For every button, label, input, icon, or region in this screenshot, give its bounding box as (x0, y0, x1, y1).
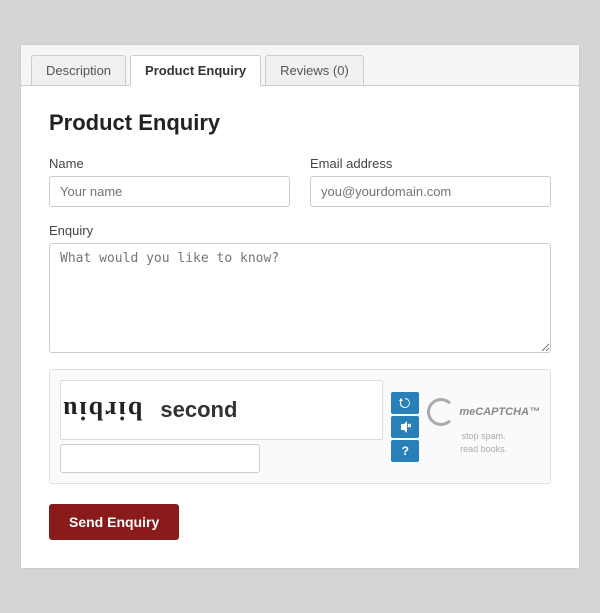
form-title: Product Enquiry (49, 110, 551, 136)
captcha-left: birbiu second (60, 380, 383, 473)
captcha-section: birbiu second (49, 369, 551, 484)
name-label: Name (49, 156, 290, 171)
audio-icon (399, 421, 411, 433)
send-enquiry-button[interactable]: Send Enquiry (49, 504, 179, 540)
refresh-icon (399, 397, 411, 409)
captcha-logo-top: meCAPTCHA™ (427, 398, 540, 426)
captcha-text-flipped: birbiu (61, 395, 152, 425)
help-icon: ? (402, 444, 409, 458)
captcha-c-icon (427, 398, 455, 426)
name-input[interactable] (49, 176, 290, 207)
email-input[interactable] (310, 176, 551, 207)
enquiry-group: Enquiry (49, 223, 551, 353)
tab-description[interactable]: Description (31, 55, 126, 85)
captcha-input[interactable] (60, 444, 260, 473)
name-group: Name (49, 156, 290, 207)
captcha-logo: meCAPTCHA™ stop spam.read books. (427, 398, 540, 455)
email-group: Email address (310, 156, 551, 207)
form-content: Product Enquiry Name Email address Enqui… (21, 86, 579, 568)
product-enquiry-card: Description Product Enquiry Reviews (0) … (20, 44, 580, 569)
captcha-audio-button[interactable] (391, 416, 419, 438)
email-label: Email address (310, 156, 551, 171)
name-email-row: Name Email address (49, 156, 551, 207)
captcha-refresh-button[interactable] (391, 392, 419, 414)
captcha-text-normal: second (152, 397, 237, 423)
captcha-logo-sub: stop spam.read books. (460, 430, 507, 455)
tab-reviews[interactable]: Reviews (0) (265, 55, 364, 85)
tab-product-enquiry[interactable]: Product Enquiry (130, 55, 261, 86)
enquiry-textarea[interactable] (49, 243, 551, 353)
captcha-controls: ? (391, 392, 419, 462)
captcha-image: birbiu second (60, 380, 383, 440)
captcha-input-row (60, 444, 383, 473)
captcha-help-button[interactable]: ? (391, 440, 419, 462)
enquiry-label: Enquiry (49, 223, 551, 238)
captcha-logo-text: meCAPTCHA™ (459, 406, 540, 418)
tabs-bar: Description Product Enquiry Reviews (0) (21, 45, 579, 86)
